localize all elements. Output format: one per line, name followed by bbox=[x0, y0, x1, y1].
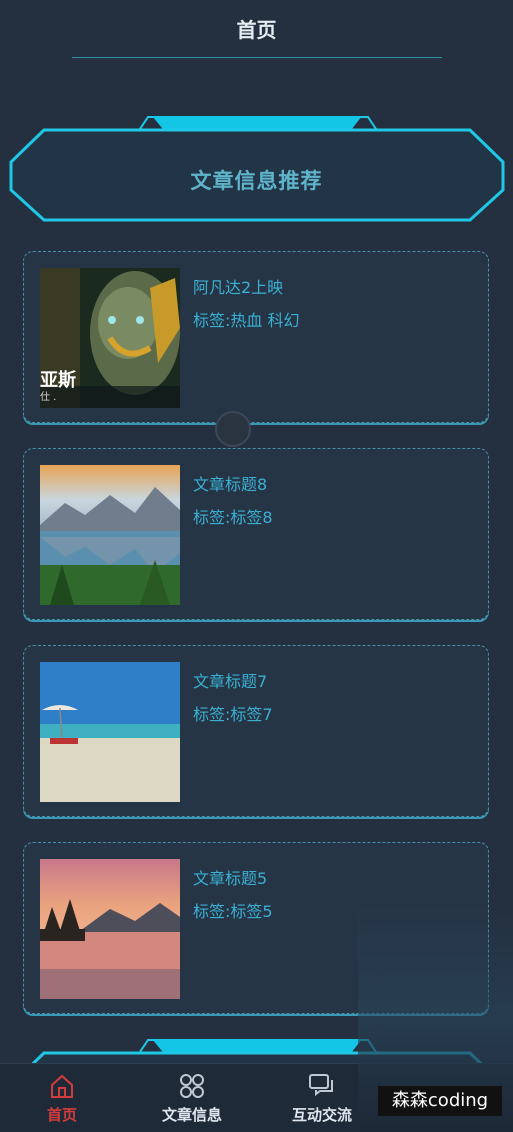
tab-interaction-label: 互动交流 bbox=[291, 1106, 352, 1124]
article-thumbnail: 亚斯 仕 . bbox=[40, 268, 180, 408]
article-title[interactable]: 文章标题8 bbox=[193, 471, 267, 495]
article-tags: 标签:标签5 bbox=[193, 902, 273, 921]
article-card[interactable]: 文章标题8 标签:标签8 bbox=[23, 448, 489, 620]
tab-home[interactable]: 首页 bbox=[12, 1064, 112, 1132]
section-banner: 文章信息推荐 bbox=[0, 112, 513, 224]
article-tags: 标签:热血 科幻 bbox=[193, 311, 300, 330]
article-card[interactable]: 亚斯 仕 . 阿凡达2上映 标签:热血 科幻 bbox=[23, 251, 489, 423]
header-divider bbox=[72, 57, 442, 58]
article-title[interactable]: 文章标题7 bbox=[193, 668, 267, 692]
tab-interaction[interactable]: 互动交流 bbox=[272, 1064, 372, 1132]
article-card[interactable]: 文章标题7 标签:标签7 bbox=[23, 645, 489, 817]
article-thumbnail bbox=[40, 465, 180, 605]
section-title: 文章信息推荐 bbox=[190, 169, 323, 193]
nav-bar: 首页 bbox=[0, 0, 513, 60]
poster-overlay-subtext: 仕 . bbox=[40, 392, 57, 403]
floating-button[interactable] bbox=[215, 411, 251, 447]
article-tags: 标签:标签8 bbox=[193, 508, 273, 527]
article-title[interactable]: 阿凡达2上映 bbox=[193, 274, 283, 298]
watermark: 森森coding bbox=[378, 1086, 502, 1116]
article-tags: 标签:标签7 bbox=[193, 705, 273, 724]
chat-icon bbox=[308, 1072, 336, 1100]
tab-home-label: 首页 bbox=[46, 1106, 77, 1124]
tab-articles-label: 文章信息 bbox=[161, 1106, 222, 1124]
home-icon bbox=[48, 1072, 76, 1100]
grid-icon bbox=[178, 1072, 206, 1100]
page-title: 首页 bbox=[236, 18, 277, 42]
article-thumbnail bbox=[40, 859, 180, 999]
article-title[interactable]: 文章标题5 bbox=[193, 865, 267, 889]
tab-articles[interactable]: 文章信息 bbox=[142, 1064, 242, 1132]
article-thumbnail bbox=[40, 662, 180, 802]
